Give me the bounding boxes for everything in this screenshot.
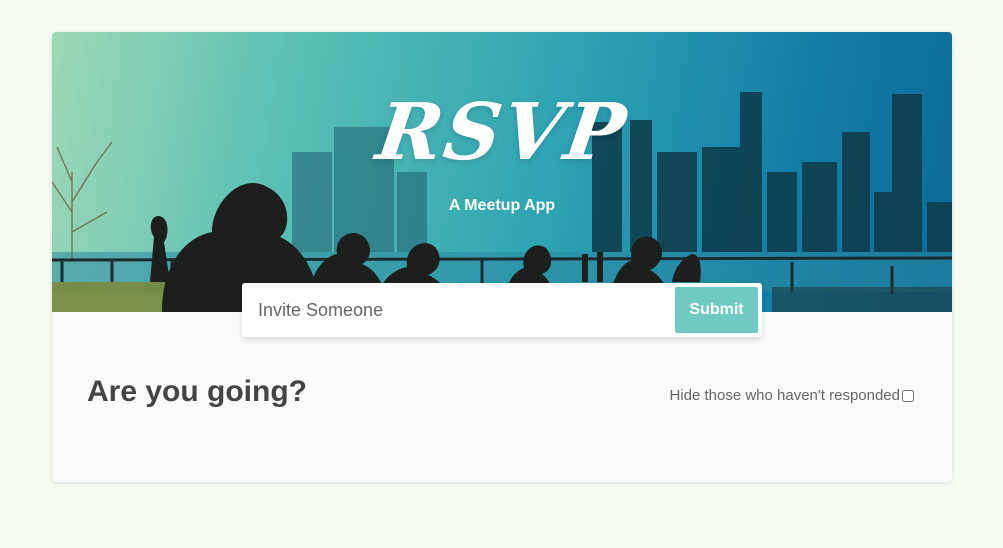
page-heading: Are you going? <box>87 375 307 408</box>
submit-button[interactable]: Submit <box>675 287 758 333</box>
hide-unresponded-label: Hide those who haven't responded <box>669 387 900 404</box>
hero-banner: RSVP A Meetup App <box>52 32 952 312</box>
app-tagline: A Meetup App <box>448 197 556 214</box>
hide-unresponded-checkbox[interactable] <box>902 389 914 402</box>
invite-input[interactable] <box>242 283 662 337</box>
invite-form: Submit <box>242 283 762 337</box>
hide-unresponded-toggle[interactable]: Hide those who haven't responded <box>669 387 914 404</box>
app-logo: RSVP <box>371 87 633 178</box>
app-card: RSVP A Meetup App Submit Are you going? … <box>52 32 952 482</box>
